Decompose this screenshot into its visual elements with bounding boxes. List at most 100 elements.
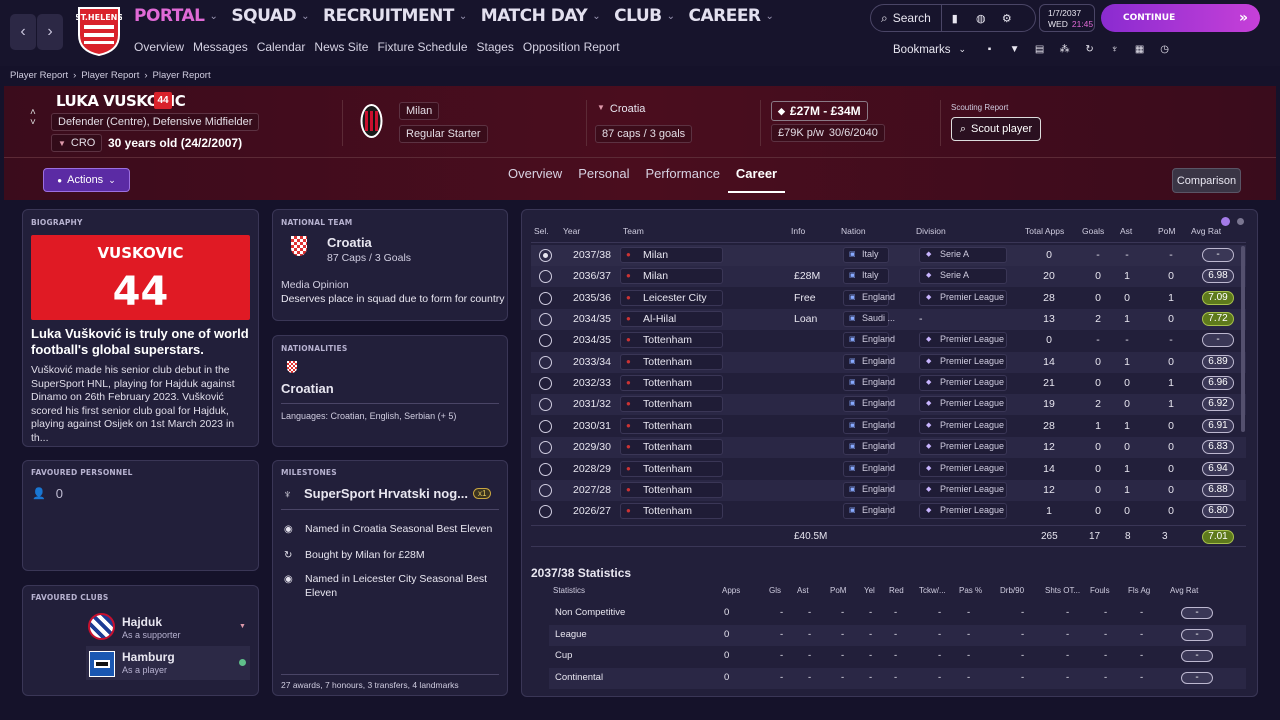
select-radio[interactable] [539, 398, 552, 412]
select-radio[interactable] [539, 334, 552, 348]
national-team-link[interactable]: ▼ Croatia [597, 103, 645, 115]
chat-icon[interactable]: ▪ [982, 42, 997, 57]
favoured-club-item[interactable]: Hajduk As a supporter ▼ [88, 611, 250, 645]
subnav-messages[interactable]: Messages [193, 40, 248, 54]
tab-performance[interactable]: Performance [638, 162, 728, 193]
nation-cell[interactable]: ▣ England [843, 417, 895, 434]
scout-player-button[interactable]: ⌕ Scout player [951, 117, 1041, 141]
select-radio[interactable] [539, 377, 552, 391]
game-date[interactable]: 1/7/2037 WED 21:45 [1039, 4, 1095, 32]
comparison-button[interactable]: Comparison [1172, 168, 1241, 193]
back-arrow-icon[interactable]: ‹ [10, 14, 36, 50]
continue-button[interactable]: CONTINUE» [1101, 4, 1260, 32]
column-header[interactable]: Fouls [1090, 586, 1110, 595]
nation-cell[interactable]: ▣ England [843, 503, 895, 520]
select-radio[interactable] [539, 483, 552, 497]
division-cell[interactable]: ◆ Premier League [919, 439, 1007, 456]
chevron-down-icon[interactable]: ˅ [30, 118, 36, 128]
nation-cell[interactable]: ▣ Italy [843, 268, 889, 285]
column-header[interactable]: Gls [769, 586, 781, 595]
column-header[interactable]: Fls Ag [1128, 586, 1150, 595]
division-cell[interactable]: ◆ Serie A [919, 247, 1007, 263]
world-icon[interactable]: ◍ [968, 12, 994, 25]
nation-cell[interactable]: ▣ Saudi ... [843, 311, 895, 328]
division-cell[interactable]: ◆ Premier League [919, 289, 1007, 306]
table-row[interactable]: 2026/27 ● Tottenham ▣ England ◆ Premier League… [531, 501, 1246, 522]
contract-icon[interactable]: ▤ [1032, 42, 1047, 57]
team-cell[interactable]: ● Tottenham [620, 417, 723, 434]
calendar-icon[interactable]: ▦ [1132, 42, 1147, 57]
subnav-stages[interactable]: Stages [477, 40, 514, 54]
table-row[interactable]: 2033/34 ● Tottenham ▣ England ◆ Premier League… [531, 351, 1246, 373]
nation-cell[interactable]: ▣ England [843, 289, 895, 306]
history-icon[interactable]: ◷ [1157, 42, 1172, 57]
column-header[interactable]: PoM [1158, 226, 1175, 236]
nav-club[interactable]: CLUB ⌄ [614, 6, 675, 26]
select-radio[interactable] [539, 249, 552, 262]
division-cell[interactable]: ◆ Premier League [919, 481, 1007, 498]
nation-cell[interactable]: ▣ England [843, 353, 895, 370]
team-cell[interactable]: ● Tottenham [620, 460, 723, 477]
column-header[interactable]: Sel. [534, 226, 549, 236]
subnav-news-site[interactable]: News Site [314, 40, 368, 54]
team-cell[interactable]: ● Tottenham [620, 396, 723, 413]
division-cell[interactable]: ◆ Premier League [919, 417, 1007, 434]
bookmark-icon[interactable]: ▮ [942, 12, 968, 25]
search-button[interactable]: ⌕ Search [871, 5, 942, 31]
breadcrumb-item[interactable]: Player Report [10, 70, 68, 81]
column-header[interactable]: Statistics [553, 586, 585, 595]
team-cell[interactable]: ● Leicester City [620, 289, 723, 306]
scrollbar[interactable] [1241, 246, 1245, 432]
column-header[interactable]: Avg Rat [1170, 586, 1198, 595]
nation-cell[interactable]: ▣ England [843, 375, 895, 392]
division-cell[interactable]: ◆ Premier League [919, 503, 1007, 520]
select-radio[interactable] [539, 505, 552, 519]
column-header[interactable]: Division [916, 226, 946, 236]
settings-gear-icon[interactable]: ⚙ [994, 12, 1020, 25]
chevron-down-icon[interactable]: ⌄ [959, 44, 967, 55]
select-radio[interactable] [539, 441, 552, 455]
table-row[interactable]: 2032/33 ● Tottenham ▣ England ◆ Premier League… [531, 373, 1246, 394]
page-dot[interactable] [1237, 218, 1244, 225]
table-row[interactable]: 2035/36 ● Leicester City Free ▣ England ◆ Premi… [531, 288, 1246, 309]
subnav-overview[interactable]: Overview [134, 40, 184, 54]
refresh-icon[interactable]: ↻ [1082, 42, 1097, 57]
shirt-icon[interactable]: ▼ [1007, 42, 1022, 57]
table-row[interactable]: 2028/29 ● Tottenham ▣ England ◆ Premier League… [531, 459, 1246, 480]
tactics-icon[interactable]: ⁂ [1057, 42, 1072, 57]
nav-career[interactable]: CAREER ⌄ [688, 6, 773, 26]
page-dot-active[interactable] [1221, 217, 1230, 226]
table-row[interactable]: 2034/35 ● Al-Hilal Loan ▣ Saudi ... - 13 2 1 0 7.72 [531, 309, 1246, 331]
nav-portal[interactable]: PORTAL ⌄ [134, 6, 218, 26]
actions-button[interactable]: ● Actions ⌄ [43, 168, 130, 192]
division-cell[interactable]: ◆ Premier League [919, 396, 1007, 413]
nav-match-day[interactable]: MATCH DAY ⌄ [481, 6, 601, 26]
column-header[interactable]: Goals [1082, 226, 1104, 236]
nation-cell[interactable]: ▣ England [843, 439, 895, 456]
column-header[interactable]: Pas % [959, 586, 982, 595]
team-cell[interactable]: ● Tottenham [620, 481, 723, 498]
column-header[interactable]: Drb/90 [1000, 586, 1024, 595]
nation-cell[interactable]: ▣ Italy [843, 247, 889, 263]
table-row[interactable]: 2036/37 ● Milan £28M ▣ Italy ◆ Serie A 20 0 1 0 6.98 [531, 266, 1246, 288]
team-cell[interactable]: ● Milan [620, 247, 723, 263]
breadcrumb-item[interactable]: Player Report [81, 70, 139, 81]
team-cell[interactable]: ● Al-Hilal [620, 311, 723, 328]
division-cell[interactable]: ◆ Premier League [919, 332, 1007, 349]
table-row[interactable]: 2030/31 ● Tottenham ▣ England ◆ Premier League… [531, 416, 1246, 437]
column-header[interactable]: Apps [722, 586, 740, 595]
table-row[interactable]: 2029/30 ● Tottenham ▣ England ◆ Premier League… [531, 437, 1246, 459]
bookmarks-dropdown[interactable]: Bookmarks [893, 44, 951, 56]
trophy-icon[interactable]: ♆ [1107, 42, 1122, 57]
column-header[interactable]: Ast [1120, 226, 1132, 236]
favoured-club-item[interactable]: Hamburg As a player [86, 646, 250, 680]
column-header[interactable]: Year [563, 226, 580, 236]
tab-career[interactable]: Career [727, 162, 786, 193]
division-cell[interactable]: ◆ Serie A [919, 268, 1007, 285]
team-cell[interactable]: ● Tottenham [620, 439, 723, 456]
column-header[interactable]: Shts OT... [1045, 586, 1080, 595]
nav-squad[interactable]: SQUAD ⌄ [231, 6, 309, 26]
select-radio[interactable] [539, 355, 552, 369]
club-crest-logo[interactable]: ST.HELENS [76, 5, 122, 57]
table-row[interactable]: 2031/32 ● Tottenham ▣ England ◆ Premier League… [531, 394, 1246, 416]
